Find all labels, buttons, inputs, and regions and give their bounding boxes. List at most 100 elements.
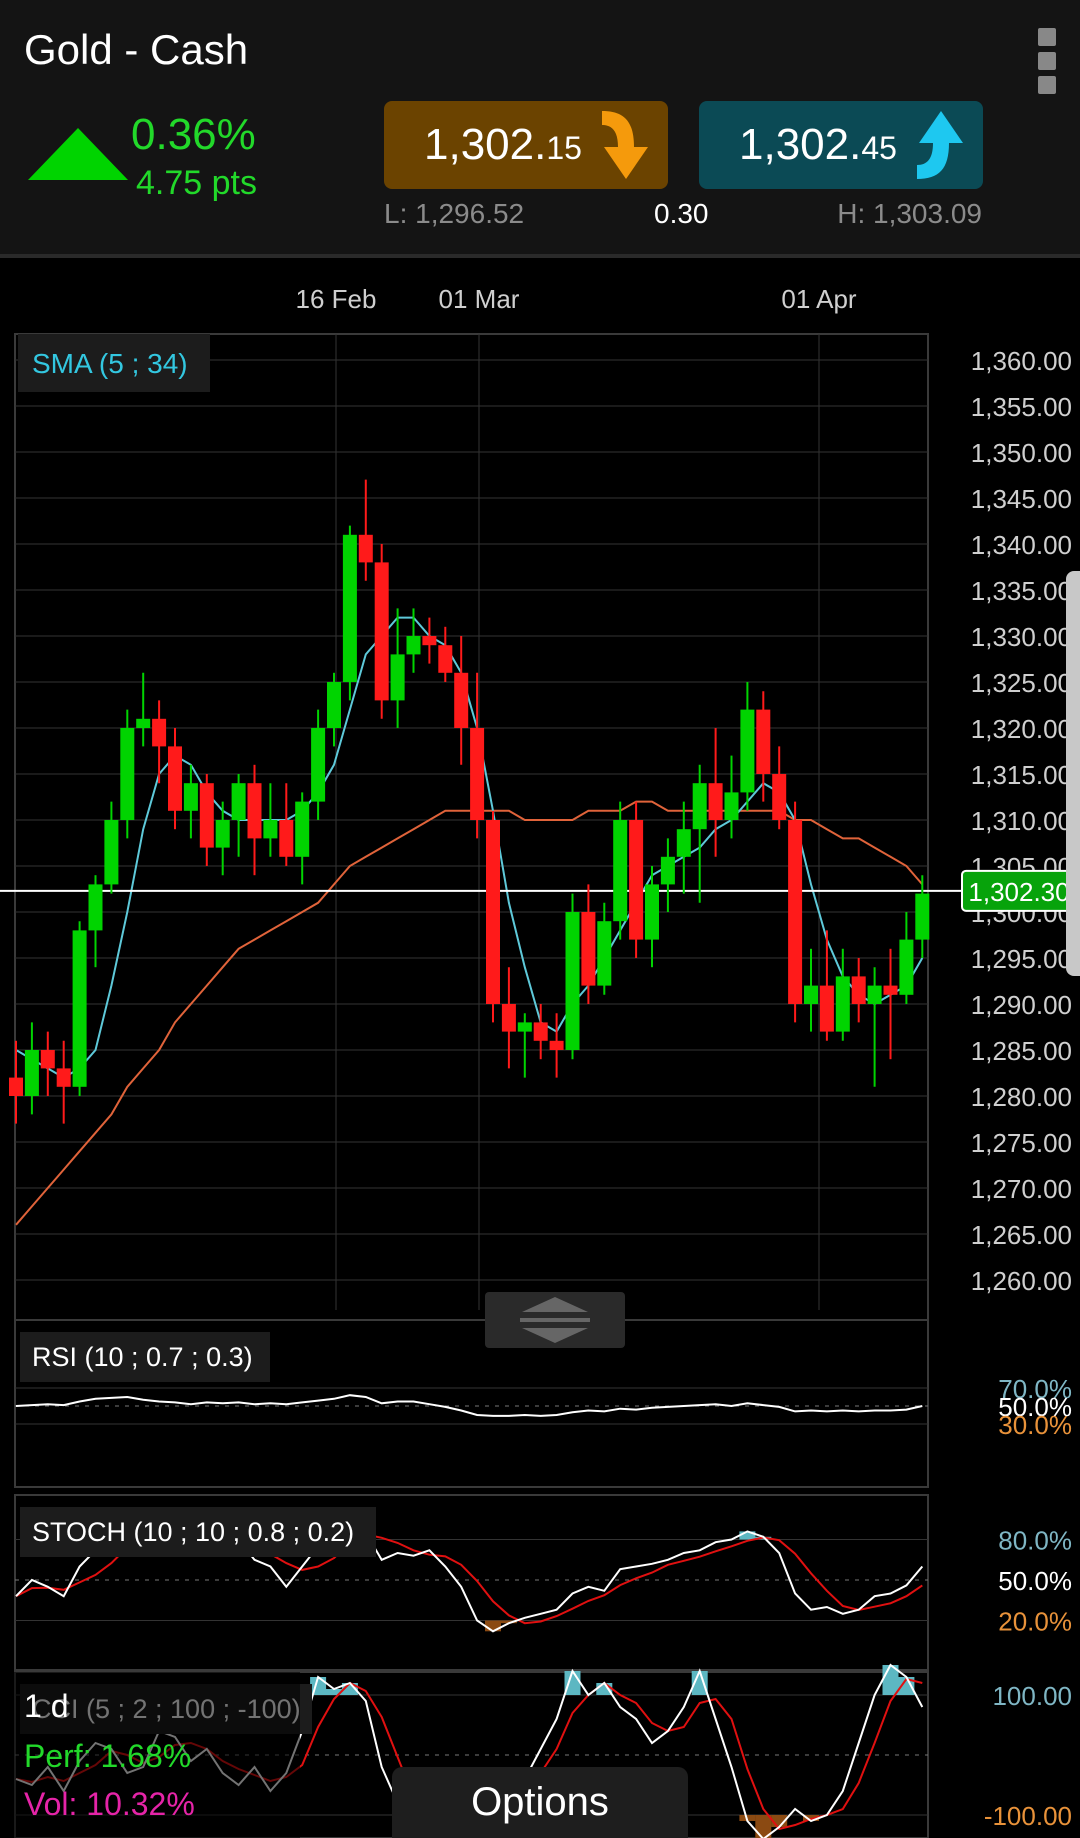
buy-button[interactable]: 1,302.45 <box>699 101 983 189</box>
candle <box>613 801 628 940</box>
candle <box>597 902 612 995</box>
candle <box>819 930 834 1041</box>
candle-body <box>470 728 485 820</box>
price-tick-label: 1,330.00 <box>971 622 1072 652</box>
change-percent: 0.36% <box>131 110 256 159</box>
sma-fast-line <box>15 616 924 1079</box>
candle <box>231 774 246 857</box>
candle-body <box>549 1040 564 1050</box>
candle-body <box>501 1004 516 1032</box>
price-tick-label: 1,355.00 <box>971 392 1072 422</box>
candle <box>358 479 373 581</box>
candle <box>645 866 659 968</box>
candle-body <box>136 718 151 728</box>
header-divider <box>0 254 1080 258</box>
candle-body <box>565 912 580 1050</box>
candle <box>676 801 691 894</box>
more-vertical-icon[interactable] <box>1038 28 1058 100</box>
candle-body <box>247 783 262 839</box>
spread-value: 0.30 <box>654 198 709 229</box>
candle-body <box>295 801 310 857</box>
candle <box>152 700 167 784</box>
level-label: 80.0% <box>998 1526 1072 1556</box>
candle-body <box>788 820 803 1004</box>
date-tick-label: 16 Feb <box>296 284 377 314</box>
candle <box>168 728 182 830</box>
candle-body <box>692 783 707 830</box>
candle-body <box>279 820 294 857</box>
side-scroll-handle[interactable] <box>1066 571 1080 976</box>
price-tick-label: 1,315.00 <box>971 760 1072 790</box>
candle <box>533 1004 548 1060</box>
sell-button[interactable]: 1,302.15 <box>384 101 668 189</box>
candle <box>660 838 675 912</box>
level-label: 50.0% <box>998 1566 1072 1596</box>
candle <box>740 682 755 811</box>
overbought-fill <box>564 1671 581 1695</box>
stoch-panel-label: STOCH (10 ; 10 ; 0.8 ; 0.2) <box>32 1517 354 1547</box>
price-tick-label: 1,280.00 <box>971 1082 1072 1112</box>
candle <box>342 525 357 701</box>
candle <box>120 709 135 839</box>
timeframe-label[interactable]: 1 d <box>24 1688 68 1725</box>
level-label: 20.0% <box>998 1607 1072 1637</box>
candle-body <box>517 1022 532 1032</box>
candle-body <box>581 912 596 986</box>
candle-body <box>629 820 644 940</box>
candle <box>788 801 803 1023</box>
candle <box>899 912 914 1004</box>
candle-body <box>533 1022 548 1041</box>
candles <box>9 479 930 1124</box>
stoch-panel: 80.0% 50.0% 20.0% STOCH (10 ; 10 ; 0.8 ; 0.… <box>14 1494 1072 1671</box>
level-label: -100.00 <box>984 1801 1072 1831</box>
candle <box>263 783 278 857</box>
rsi-panel-label: RSI (10 ; 0.7 ; 0.3) <box>32 1342 253 1372</box>
price-tick-label: 1,360.00 <box>971 346 1072 376</box>
options-button[interactable]: Options <box>392 1767 688 1838</box>
candle-body <box>263 820 278 839</box>
candle-body <box>120 728 135 820</box>
price-tick-label: 1,295.00 <box>971 944 1072 974</box>
level-label: 100.00 <box>992 1681 1072 1711</box>
candle <box>454 636 469 765</box>
buy-price: 1,302.45 <box>739 120 897 169</box>
candle-body <box>597 921 612 986</box>
candle <box>40 1031 55 1096</box>
candle <box>804 948 818 1032</box>
candle <box>501 967 516 1069</box>
candle-body <box>327 682 341 728</box>
candle-body <box>740 709 755 793</box>
candle <box>56 1040 71 1124</box>
oversold-fill <box>485 1620 501 1632</box>
candle <box>772 746 787 830</box>
price-tick-label: 1,335.00 <box>971 576 1072 606</box>
instrument-title[interactable]: Gold - Cash <box>24 26 248 74</box>
level-label: 30.0% <box>998 1410 1072 1440</box>
candle-body <box>915 893 930 940</box>
candle <box>486 810 500 1023</box>
arrow-down-icon <box>602 111 648 179</box>
candle <box>517 1013 532 1078</box>
candle-body <box>199 783 214 848</box>
price-chart[interactable]: 16 Feb 01 Mar 01 Apr 1,360.00 1,355.00 1,350… <box>0 260 1080 1838</box>
change-points: 4.75 pts <box>136 164 257 202</box>
candle <box>724 755 739 839</box>
candle <box>72 921 87 1096</box>
candle-body <box>390 654 405 701</box>
current-price-value: 1,302.30 <box>968 877 1069 907</box>
price-axis: 1,360.00 1,355.00 1,350.00 1,345.00 1,340.00… <box>971 346 1072 1296</box>
candle-body <box>231 783 246 820</box>
candle-body <box>104 820 119 885</box>
price-tick-label: 1,345.00 <box>971 484 1072 514</box>
candle-body <box>168 746 182 811</box>
candle-body <box>899 939 914 995</box>
candle-body <box>215 820 230 848</box>
candle-body <box>9 1077 23 1096</box>
candle-body <box>804 985 818 1004</box>
sma-label[interactable]: SMA (5 ; 34) <box>32 348 188 379</box>
date-tick-label: 01 Apr <box>781 284 857 314</box>
sma-slow-line <box>15 800 924 1226</box>
price-tick-label: 1,260.00 <box>971 1266 1072 1296</box>
candle-body <box>756 709 771 774</box>
performance-label: Perf: 1.68% <box>24 1738 192 1774</box>
